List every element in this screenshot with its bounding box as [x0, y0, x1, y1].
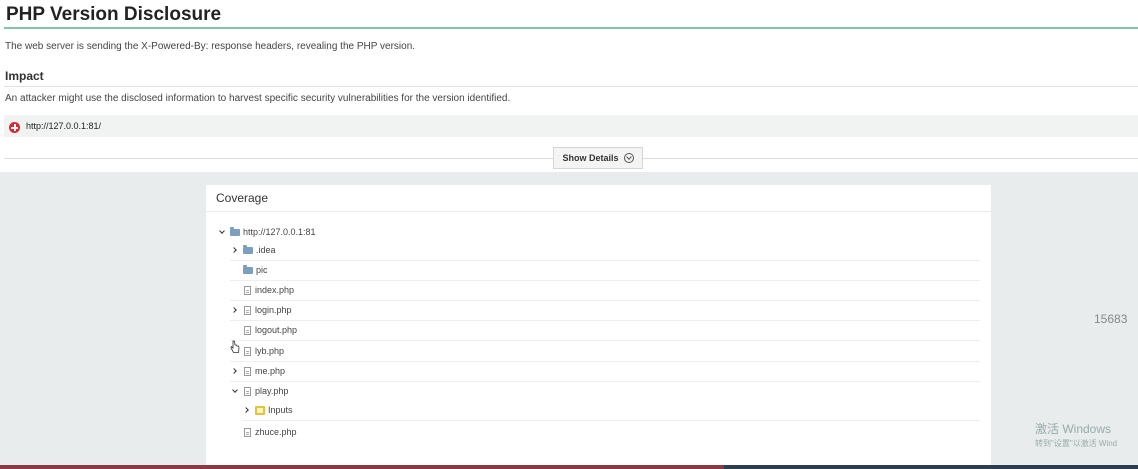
tree-item-lyb[interactable]: lyb.php [230, 341, 980, 362]
vulnerability-panel: PHP Version Disclosure The web server is… [0, 0, 1138, 172]
tree-item-me[interactable]: me.php [230, 361, 980, 382]
tree-item-label[interactable]: index.php [255, 285, 294, 295]
tree-item-label[interactable]: logout.php [255, 325, 297, 335]
tree-item-idea[interactable]: .idea [230, 240, 980, 261]
file-icon [244, 366, 251, 376]
coverage-title: Coverage [216, 191, 269, 205]
file-icon [244, 285, 251, 295]
chevron-down-circle-icon [623, 153, 634, 163]
tree-root[interactable]: http://127.0.0.1:81 [217, 222, 316, 242]
inputs-icon [255, 405, 265, 415]
chevron-right-icon[interactable] [230, 305, 240, 315]
affected-url[interactable]: http://127.0.0.1:81/ [26, 121, 101, 131]
file-icon [244, 427, 251, 437]
tree-item-login[interactable]: login.php [230, 300, 980, 321]
tree-item-pic[interactable]: pic [230, 260, 980, 281]
coverage-panel: Coverage http://127.0.0.1:81 .idea pic i… [206, 185, 991, 469]
tree-item-index[interactable]: index.php [230, 280, 980, 301]
hand-cursor-icon [230, 340, 240, 353]
vulnerability-description: The web server is sending the X-Powered-… [5, 41, 416, 52]
taskbar-accent [0, 465, 724, 469]
tree-item-label[interactable]: pic [256, 265, 268, 275]
impact-text: An attacker might use the disclosed info… [5, 93, 511, 104]
folder-icon [230, 226, 240, 236]
chevron-down-icon[interactable] [230, 386, 240, 396]
tree-item-label[interactable]: play.php [255, 386, 288, 396]
tree-item-label[interactable]: login.php [255, 305, 292, 315]
coverage-divider [206, 211, 991, 212]
affected-url-row[interactable]: http://127.0.0.1:81/ [4, 115, 1138, 137]
page-title: PHP Version Disclosure [6, 4, 222, 25]
tree-item-label[interactable]: zhuce.php [255, 427, 297, 437]
file-icon [244, 325, 251, 335]
show-details-label: Show Details [562, 153, 619, 163]
impact-heading: Impact [5, 69, 44, 83]
tree-item-label[interactable]: .idea [256, 245, 276, 255]
tree-item-zhuce[interactable]: zhuce.php [230, 422, 980, 442]
show-details-button[interactable]: Show Details [553, 147, 643, 169]
tree-item-play[interactable]: play.php [230, 381, 980, 401]
chevron-right-icon[interactable] [242, 405, 252, 415]
tree-item-label[interactable]: me.php [255, 366, 285, 376]
file-icon [244, 346, 251, 356]
folder-icon [243, 244, 253, 254]
tree-item-inputs[interactable]: Inputs [242, 400, 980, 421]
chevron-right-icon[interactable] [230, 366, 240, 376]
file-icon [244, 386, 251, 396]
side-number: 15683 [1094, 312, 1128, 326]
folder-icon [243, 264, 253, 274]
title-divider [4, 27, 1138, 29]
chevron-down-icon[interactable] [217, 227, 227, 237]
chevron-right-icon[interactable] [230, 245, 240, 255]
file-icon [244, 305, 251, 315]
tree-root-label[interactable]: http://127.0.0.1:81 [243, 227, 316, 237]
tree-item-label[interactable]: lyb.php [255, 346, 284, 356]
tree-item-label[interactable]: Inputs [268, 405, 293, 415]
windows-activation-watermark: 激活 Windows [1035, 422, 1112, 436]
tree-item-logout[interactable]: logout.php [230, 320, 980, 341]
expand-plus-icon[interactable] [9, 122, 20, 133]
impact-divider [4, 86, 1138, 87]
windows-activation-hint: 转到"设置"以激活 Wind [1035, 439, 1118, 448]
